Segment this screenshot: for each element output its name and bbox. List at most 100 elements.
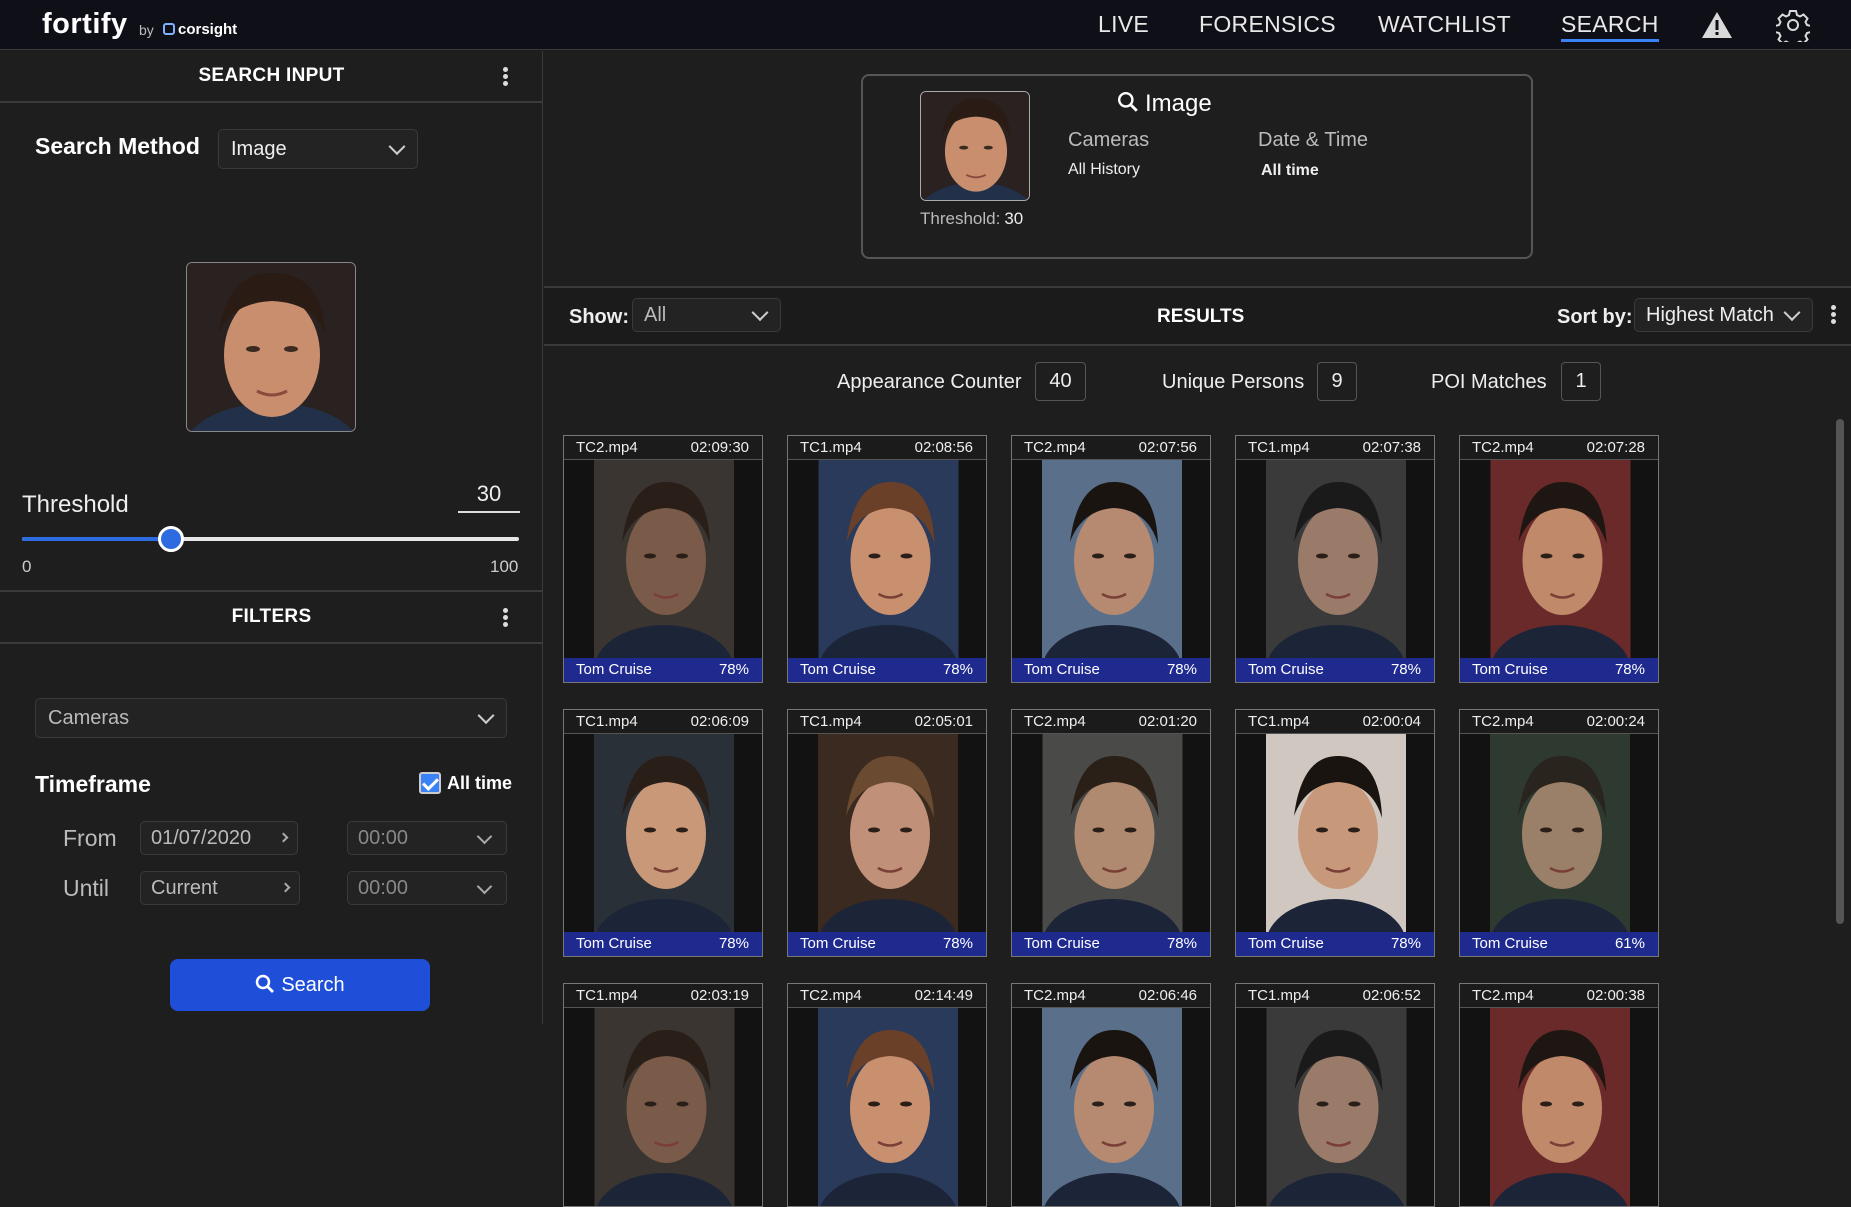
poi-matches-label: POI Matches: [1431, 371, 1547, 393]
from-time-select[interactable]: 00:00: [347, 821, 507, 855]
result-timestamp: 02:06:09: [690, 713, 749, 730]
partner-logo: corsight: [163, 21, 237, 38]
result-tile-header: TC2.mp4 02:14:49: [788, 984, 986, 1008]
nav-watchlist[interactable]: WATCHLIST: [1378, 11, 1511, 38]
cameras-select[interactable]: Cameras: [35, 698, 507, 738]
results-menu-icon[interactable]: [1831, 305, 1837, 325]
sort-value: Highest Match: [1646, 304, 1774, 326]
result-face-photo: [594, 734, 734, 932]
results-scrollbar[interactable]: [1836, 419, 1844, 924]
result-tile[interactable]: TC1.mp4 02:06:52: [1235, 983, 1435, 1207]
filters-menu-icon[interactable]: [503, 608, 509, 628]
result-tile-footer: Tom Cruise 61%: [1460, 932, 1658, 956]
result-file-name: TC2.mp4: [1024, 713, 1086, 730]
result-match-percent: 61%: [1614, 935, 1645, 952]
result-file-name: TC1.mp4: [1248, 439, 1310, 456]
brand-logo[interactable]: fortify: [42, 8, 128, 41]
until-date-field[interactable]: Current: [140, 871, 300, 905]
threshold-slider[interactable]: [22, 526, 519, 552]
threshold-value-input[interactable]: 30: [458, 481, 520, 513]
result-tile-header: TC1.mp4 02:03:19: [564, 984, 762, 1008]
results-title: RESULTS: [1157, 306, 1245, 327]
result-face-image[interactable]: [788, 734, 986, 932]
all-time-label[interactable]: All time: [447, 773, 512, 794]
result-tile-footer: Tom Cruise 78%: [564, 658, 762, 682]
result-tile-footer: Tom Cruise 78%: [1460, 658, 1658, 682]
result-face-image[interactable]: [1460, 1008, 1658, 1206]
result-tile[interactable]: TC1.mp4 02:06:09 Tom Cruise 78%: [563, 709, 763, 957]
result-tile[interactable]: TC1.mp4 02:07:38 Tom Cruise 78%: [1235, 435, 1435, 683]
search-summary-card: Threshold: 30 Image Cameras All History D…: [861, 74, 1533, 259]
result-face-photo: [1490, 1008, 1630, 1206]
until-time-select[interactable]: 00:00: [347, 871, 507, 905]
warning-icon[interactable]: [1700, 10, 1734, 40]
result-person-name: Tom Cruise: [1248, 661, 1324, 678]
result-face-image[interactable]: [1012, 734, 1210, 932]
result-tile[interactable]: TC1.mp4 02:03:19: [563, 983, 763, 1207]
result-face-image[interactable]: [1012, 460, 1210, 658]
top-bar: fortify by corsight LIVE FORENSICS WATCH…: [0, 0, 1851, 50]
result-tile[interactable]: TC2.mp4 02:07:28 Tom Cruise 78%: [1459, 435, 1659, 683]
result-tile-header: TC2.mp4 02:07:56: [1012, 436, 1210, 460]
result-tile[interactable]: TC2.mp4 02:06:46: [1011, 983, 1211, 1207]
result-file-name: TC2.mp4: [1024, 987, 1086, 1004]
result-file-name: TC2.mp4: [1472, 987, 1534, 1004]
result-face-image[interactable]: [1460, 460, 1658, 658]
gear-icon[interactable]: [1776, 8, 1810, 42]
all-time-checkbox[interactable]: [419, 772, 441, 794]
nav-forensics[interactable]: FORENSICS: [1199, 11, 1336, 38]
summary-threshold-label: Threshold:: [920, 209, 1001, 228]
from-label: From: [63, 825, 117, 851]
result-tile[interactable]: TC2.mp4 02:00:24 Tom Cruise 61%: [1459, 709, 1659, 957]
result-tile-header: TC2.mp4 02:09:30: [564, 436, 762, 460]
result-tile[interactable]: TC1.mp4 02:08:56 Tom Cruise 78%: [787, 435, 987, 683]
result-tile[interactable]: TC1.mp4 02:00:04 Tom Cruise 78%: [1235, 709, 1435, 957]
result-face-image[interactable]: [788, 460, 986, 658]
search-button[interactable]: Search: [170, 959, 430, 1011]
result-match-percent: 78%: [1166, 935, 1197, 952]
nav-live[interactable]: LIVE: [1098, 11, 1149, 38]
result-face-image[interactable]: [564, 1008, 762, 1206]
until-label: Until: [63, 875, 110, 901]
result-file-name: TC1.mp4: [800, 439, 862, 456]
result-timestamp: 02:00:24: [1586, 713, 1645, 730]
result-tile-footer: Tom Cruise 78%: [1012, 932, 1210, 956]
result-tile[interactable]: TC2.mp4 02:07:56 Tom Cruise 78%: [1011, 435, 1211, 683]
result-face-image[interactable]: [1236, 1008, 1434, 1206]
result-face-image[interactable]: [564, 460, 762, 658]
result-timestamp: 02:09:30: [690, 439, 749, 456]
result-face-image[interactable]: [1460, 734, 1658, 932]
result-tile[interactable]: TC2.mp4 02:01:20 Tom Cruise 78%: [1011, 709, 1211, 957]
result-tile-footer: Tom Cruise 78%: [1236, 658, 1434, 682]
result-tile[interactable]: TC2.mp4 02:14:49: [787, 983, 987, 1207]
from-date-field[interactable]: 01/07/2020: [140, 821, 298, 855]
result-face-image[interactable]: [1236, 734, 1434, 932]
corsight-icon: [163, 23, 175, 35]
query-face-image: [186, 262, 356, 432]
result-tile[interactable]: TC2.mp4 02:00:38: [1459, 983, 1659, 1207]
result-person-name: Tom Cruise: [800, 935, 876, 952]
threshold-slider-thumb[interactable]: [158, 526, 185, 552]
result-face-image[interactable]: [1012, 1008, 1210, 1206]
result-tile[interactable]: TC2.mp4 02:09:30 Tom Cruise 78%: [563, 435, 763, 683]
result-tile-header: TC1.mp4 02:00:04: [1236, 710, 1434, 734]
nav-search[interactable]: SEARCH: [1561, 11, 1659, 42]
summary-title: Image: [1117, 90, 1212, 118]
result-tile[interactable]: TC1.mp4 02:05:01 Tom Cruise 78%: [787, 709, 987, 957]
result-face-image[interactable]: [564, 734, 762, 932]
until-date-value: Current: [151, 877, 218, 899]
result-face-image[interactable]: [788, 1008, 986, 1206]
from-date-value: 01/07/2020: [151, 827, 252, 849]
result-face-image[interactable]: [1236, 460, 1434, 658]
search-input-menu-icon[interactable]: [503, 67, 509, 87]
poi-matches-value: 1: [1561, 362, 1601, 401]
slider-max-label: 100: [490, 557, 519, 576]
result-file-name: TC2.mp4: [1472, 713, 1534, 730]
result-timestamp: 02:07:38: [1362, 439, 1421, 456]
show-select[interactable]: All: [632, 298, 781, 332]
sort-select[interactable]: Highest Match: [1634, 298, 1813, 332]
result-timestamp: 02:07:28: [1586, 439, 1645, 456]
result-face-photo: [1042, 460, 1182, 658]
result-tile-header: TC2.mp4 02:00:38: [1460, 984, 1658, 1008]
search-method-select[interactable]: Image: [218, 129, 418, 169]
